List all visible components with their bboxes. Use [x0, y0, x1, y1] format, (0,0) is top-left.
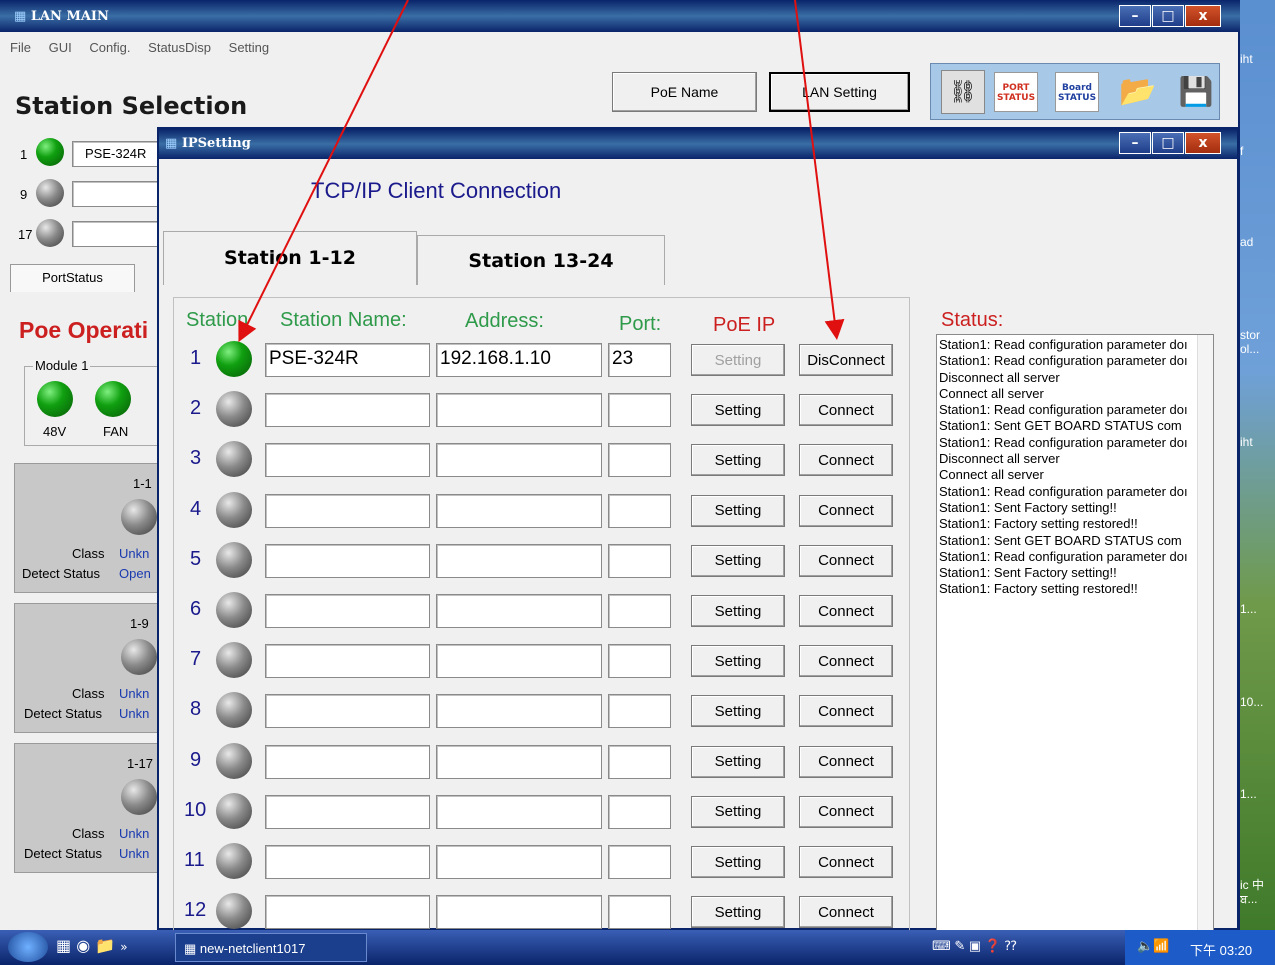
arrow-to-station-led — [238, 0, 409, 343]
annotation-arrows — [238, 0, 845, 343]
arrow-to-disconnect-button — [794, 0, 845, 340]
